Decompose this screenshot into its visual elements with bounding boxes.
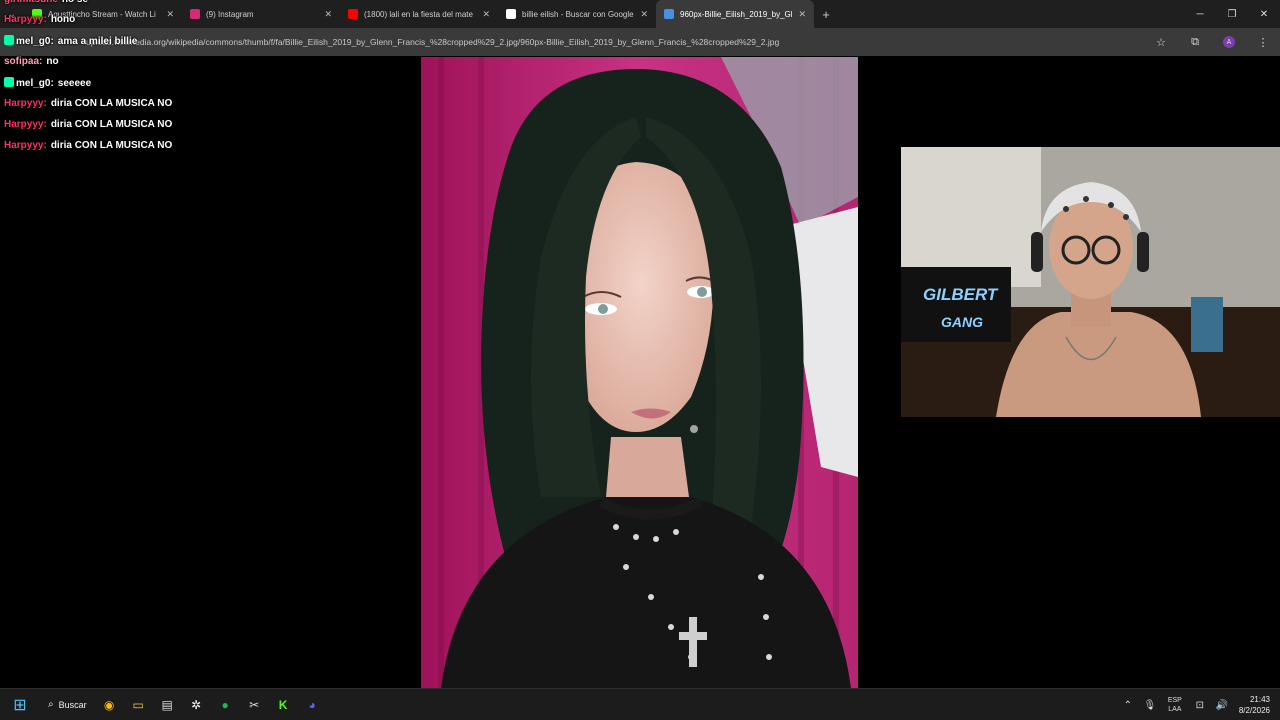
browser-tab[interactable]: billie eilish - Buscar con Google ✕ (498, 0, 656, 28)
windows-start-icon[interactable]: ⊞ (0, 689, 40, 720)
close-icon[interactable]: ✕ (1248, 0, 1280, 28)
chat-message: sofipaa: no (4, 56, 59, 67)
system-tray: ⌃ 🎙 ESP LAA ⊡ 🔊 21:43 8/2/2026 (1117, 689, 1280, 720)
snipping-icon[interactable]: ✂ (240, 689, 269, 720)
lang-bottom: LAA (1168, 706, 1182, 713)
microphone-icon[interactable]: 🎙 (1139, 700, 1161, 711)
browser-tab[interactable]: 960px-Billie_Eilish_2019_by_Gle ✕ (656, 0, 814, 28)
google-icon (506, 9, 516, 19)
chat-message: girlmitsune no se (4, 0, 88, 5)
image-icon (664, 9, 674, 19)
toolbar-icons: ☆ ⧉ A ⋮ (1144, 28, 1280, 56)
chat-username[interactable]: sofipaa: (4, 56, 42, 67)
screen: ⌄ Agusttincho Stream - Watch Li ✕ (9) Inst… (0, 0, 1280, 720)
search-label: Buscar (58, 699, 87, 710)
chat-message: Harpyyy: hono (4, 14, 75, 25)
chat-username[interactable]: Harpyyy: (4, 14, 47, 25)
chrome-icon[interactable]: ◉ (95, 689, 124, 720)
tab-close-icon[interactable]: ✕ (798, 9, 806, 20)
clock-date: 8/2/2026 (1238, 706, 1270, 715)
discord-icon[interactable]: ◕ (298, 689, 327, 720)
window-controls: ─ ❐ ✕ (1184, 0, 1280, 28)
chat-text: diria CON LA MUSICA NO (50, 140, 173, 151)
tab-close-icon[interactable]: ✕ (640, 9, 648, 20)
chat-text: no se (62, 0, 88, 5)
chat-badge-icon (4, 35, 14, 45)
clock-time: 21:43 (1249, 695, 1270, 704)
chat-username[interactable]: mel_g0: (16, 36, 54, 47)
search-icon: ⌕ (48, 699, 54, 710)
chat-text: diria CON LA MUSICA NO (50, 119, 173, 130)
clock[interactable]: 21:43 8/2/2026 (1233, 694, 1280, 716)
chat-username[interactable]: girlmitsune (4, 0, 58, 5)
portrait-photo (421, 57, 858, 688)
tab-close-icon[interactable]: ✕ (482, 9, 490, 20)
webcam-feed: GILBERT GANG (901, 147, 1280, 417)
bookmark-star-icon[interactable]: ☆ (1144, 36, 1178, 49)
openai-icon[interactable]: ✲ (182, 689, 211, 720)
chat-text: seeeee (57, 78, 92, 89)
webcam-sign-line2: GANG (941, 314, 983, 330)
chat-username[interactable]: mel_g0: (16, 78, 54, 89)
tab-title: 960px-Billie_Eilish_2019_by_Gle (680, 9, 793, 19)
restore-icon[interactable]: ❐ (1216, 0, 1248, 28)
extensions-icon[interactable]: ⧉ (1178, 36, 1212, 49)
spotify-icon[interactable]: ● (211, 689, 240, 720)
taskbar-search[interactable]: ⌕ Buscar (40, 689, 95, 720)
chat-message: Harpyyy: diria CON LA MUSICA NO (4, 98, 172, 109)
zoom-cursor-icon (689, 424, 699, 434)
chat-badge-icon (4, 77, 14, 87)
chat-text: no (46, 56, 59, 67)
chat-message: mel_g0: seeeee (4, 77, 91, 89)
notepad-icon[interactable]: ▤ (153, 689, 182, 720)
chat-username[interactable]: Harpyyy: (4, 98, 47, 109)
folder-icon[interactable]: ▭ (124, 689, 153, 720)
menu-kebab-icon[interactable]: ⋮ (1246, 36, 1280, 49)
new-tab-button[interactable]: + (814, 0, 838, 28)
stream-chat: girlmitsuneno seHarpyyy:honomel_g0:ama a… (0, 0, 420, 160)
chat-text: hono (50, 14, 76, 25)
displayed-image (421, 57, 858, 688)
chat-message: Harpyyy: diria CON LA MUSICA NO (4, 140, 172, 151)
chevron-up-icon[interactable]: ⌃ (1117, 700, 1139, 711)
network-icon[interactable]: ⊡ (1189, 700, 1211, 711)
minimize-icon[interactable]: ─ (1184, 0, 1216, 28)
chat-text: diria CON LA MUSICA NO (50, 98, 173, 109)
chat-message: Harpyyy: diria CON LA MUSICA NO (4, 119, 172, 130)
profile-avatar[interactable]: A (1223, 36, 1235, 48)
volume-icon[interactable]: 🔊 (1211, 700, 1233, 711)
language-indicator[interactable]: ESP LAA (1161, 696, 1189, 714)
chat-message: mel_g0: ama a milei billie (4, 35, 137, 47)
windows-taskbar: ⊞ ⌕ Buscar ◉ ▭ ▤ ✲ ● ✂ K ◕ ⌃ 🎙 ESP LAA ⊡… (0, 688, 1280, 720)
lang-top: ESP (1167, 697, 1182, 704)
chat-text: ama a milei billie (57, 36, 138, 47)
tab-title: billie eilish - Buscar con Google (522, 9, 634, 19)
chat-username[interactable]: Harpyyy: (4, 140, 47, 151)
webcam-overlay: GILBERT GANG (901, 147, 1280, 417)
kick-app-icon[interactable]: K (269, 689, 298, 720)
webcam-sign-line1: GILBERT (923, 285, 999, 304)
chat-username[interactable]: Harpyyy: (4, 119, 47, 130)
